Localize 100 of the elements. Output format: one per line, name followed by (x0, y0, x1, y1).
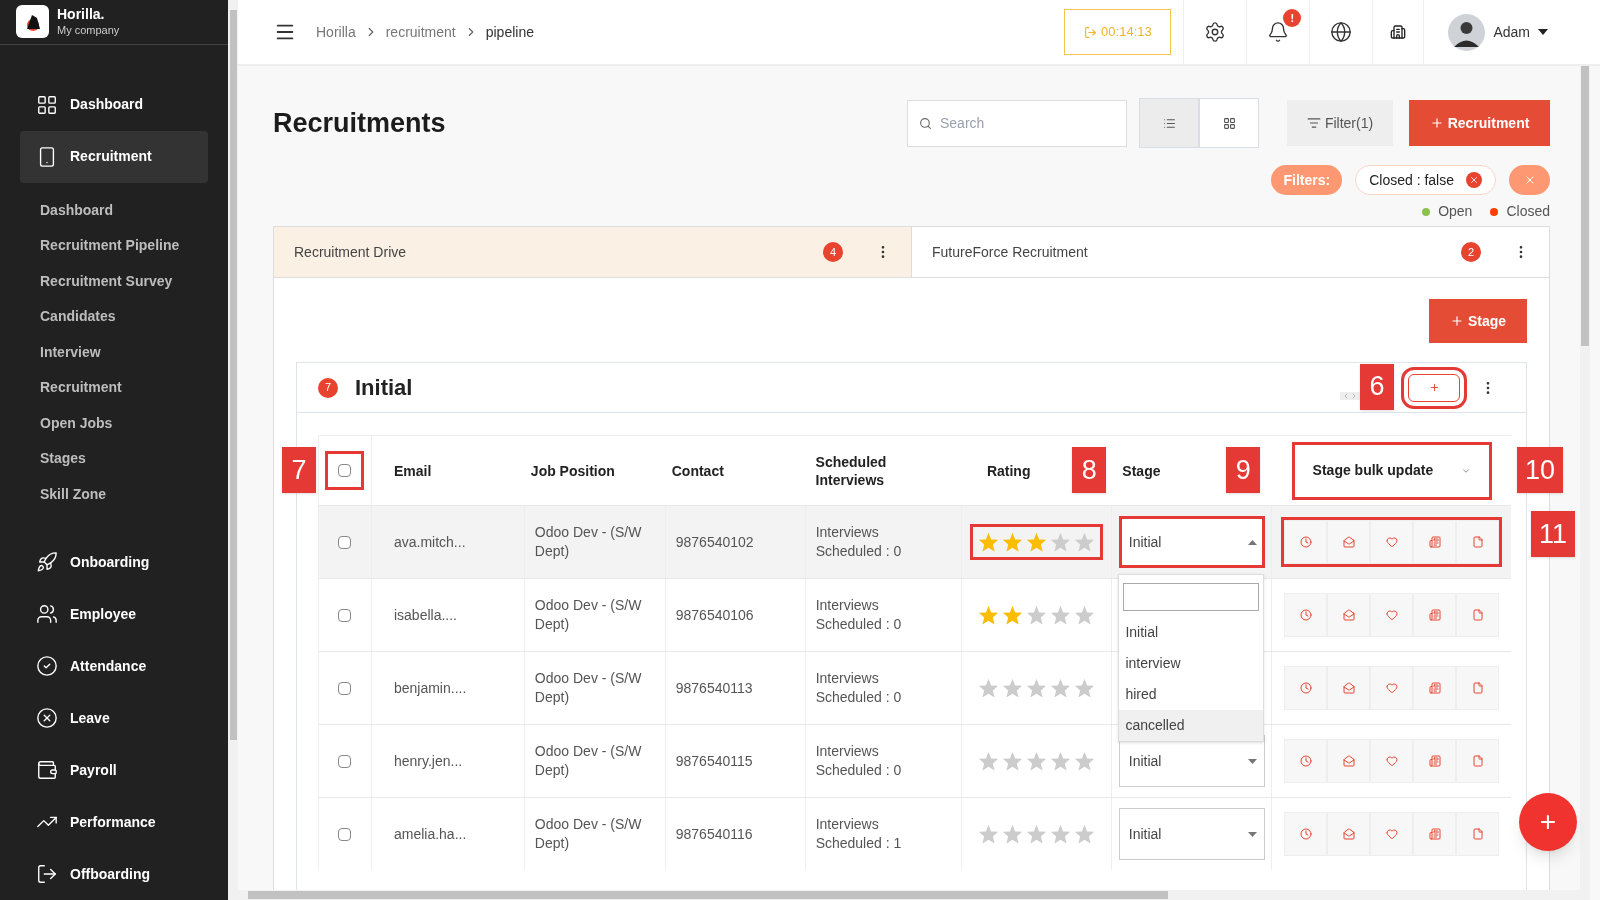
star-icon[interactable] (1025, 605, 1047, 625)
sidebar-item[interactable]: Employee (20, 588, 208, 640)
star-rating[interactable] (977, 751, 1095, 771)
star-rating[interactable] (977, 532, 1095, 552)
action-button[interactable] (1456, 739, 1500, 783)
row-checkbox[interactable] (338, 608, 352, 622)
star-icon[interactable] (977, 824, 999, 844)
action-button[interactable] (1327, 739, 1371, 783)
star-icon[interactable] (1073, 532, 1095, 552)
action-button[interactable] (1284, 593, 1328, 637)
star-icon[interactable] (1001, 532, 1023, 552)
star-icon[interactable] (1073, 605, 1095, 625)
avatar[interactable] (1448, 13, 1486, 51)
table-row[interactable]: amelia.ha... Odoo Dev - (S/W Dept) 9876540116 Interviews Scheduled : 1 Initial (319, 797, 1511, 870)
view-toggle[interactable] (1139, 98, 1199, 148)
caret-icon[interactable] (1538, 29, 1548, 35)
breadcrumb-item[interactable]: pipeline (485, 21, 534, 43)
submenu-item[interactable]: Recruitment Pipeline (20, 228, 208, 264)
action-button[interactable] (1413, 593, 1457, 637)
select-all-checkbox[interactable] (338, 464, 352, 477)
star-icon[interactable] (1001, 751, 1023, 771)
sidebar-item[interactable]: Payroll (20, 744, 208, 796)
action-button[interactable] (1456, 520, 1500, 564)
search-field[interactable]: Search (907, 99, 1127, 147)
scrollbar-thumb[interactable] (1581, 66, 1589, 346)
action-button[interactable] (1456, 666, 1500, 710)
stage-select[interactable]: Initial (1118, 808, 1265, 860)
submenu-item[interactable]: Dashboard (20, 192, 208, 228)
bulk-update-select[interactable]: Stage bulk update (1291, 441, 1492, 500)
star-icon[interactable] (1049, 824, 1071, 844)
star-icon[interactable] (1025, 751, 1047, 771)
star-icon[interactable] (1001, 824, 1023, 844)
star-icon[interactable] (977, 751, 999, 771)
star-rating[interactable] (977, 824, 1095, 844)
view-toggle[interactable] (1199, 98, 1259, 148)
sidebar-item[interactable]: Offboarding (20, 848, 208, 900)
submenu-item[interactable]: Interview (20, 334, 208, 370)
globe-icon[interactable] (1330, 21, 1353, 43)
star-icon[interactable] (1049, 678, 1071, 698)
sidebar-item[interactable]: Onboarding (20, 536, 208, 588)
star-icon[interactable] (1025, 532, 1047, 552)
scrollbar-thumb[interactable] (248, 891, 1168, 899)
star-icon[interactable] (977, 605, 999, 625)
scroll-arrows-icon[interactable] (1340, 391, 1360, 400)
star-icon[interactable] (1073, 751, 1095, 771)
add-recruitment-button[interactable]: Recruitment (1409, 100, 1550, 146)
star-rating[interactable] (977, 678, 1095, 698)
action-button[interactable] (1456, 593, 1500, 637)
star-icon[interactable] (977, 678, 999, 698)
clear-filters-button[interactable] (1509, 165, 1550, 195)
star-icon[interactable] (977, 532, 999, 552)
action-button[interactable] (1284, 520, 1328, 564)
star-rating[interactable] (977, 605, 1095, 625)
breadcrumb-item[interactable]: Horilla (316, 21, 356, 43)
recruitment-tab[interactable]: Recruitment Drive 4 (274, 227, 911, 277)
sidebar-item[interactable]: Attendance (20, 640, 208, 692)
submenu-item[interactable]: Candidates (20, 299, 208, 335)
action-button[interactable] (1284, 666, 1328, 710)
breadcrumb-item[interactable]: recruitment (385, 21, 456, 43)
row-checkbox[interactable] (338, 681, 352, 695)
submenu-item[interactable]: Recruitment (20, 370, 208, 406)
submenu-item[interactable]: Skill Zone (20, 476, 208, 512)
star-icon[interactable] (1001, 605, 1023, 625)
action-button[interactable] (1327, 593, 1371, 637)
dropdown-search-field[interactable] (1123, 583, 1260, 611)
action-button[interactable] (1284, 739, 1328, 783)
dropdown-option[interactable]: cancelled (1119, 710, 1264, 741)
action-button[interactable] (1413, 739, 1457, 783)
action-button[interactable] (1327, 520, 1371, 564)
action-button[interactable] (1413, 520, 1457, 564)
filter-button[interactable]: Filter(1) (1287, 100, 1393, 146)
star-icon[interactable] (1049, 605, 1071, 625)
row-checkbox[interactable] (338, 754, 352, 768)
user-name[interactable]: Adam (1493, 21, 1530, 43)
submenu-item[interactable]: Open Jobs (20, 405, 208, 441)
sidebar-item[interactable]: Recruitment (20, 130, 208, 183)
settings-icon[interactable] (1204, 21, 1227, 43)
dropdown-option[interactable]: hired (1119, 679, 1264, 710)
building-icon[interactable] (1390, 24, 1407, 40)
scrollbar-thumb[interactable] (229, 10, 237, 740)
star-icon[interactable] (1073, 678, 1095, 698)
row-checkbox[interactable] (338, 827, 352, 841)
floating-add-button[interactable]: + (1519, 793, 1577, 851)
remove-icon[interactable] (1466, 172, 1482, 188)
sidebar-item[interactable]: Dashboard (20, 78, 208, 131)
action-button[interactable] (1413, 666, 1457, 710)
stage-select[interactable]: Initial (1118, 516, 1265, 568)
dropdown-option[interactable]: Initial (1119, 617, 1264, 648)
row-checkbox[interactable] (338, 535, 352, 549)
action-button[interactable] (1284, 812, 1328, 856)
sidebar-item[interactable]: Performance (20, 796, 208, 848)
action-button[interactable] (1456, 812, 1500, 856)
star-icon[interactable] (1001, 678, 1023, 698)
dropdown-option[interactable]: interview (1119, 648, 1264, 679)
submenu-item[interactable]: Recruitment Survey (20, 263, 208, 299)
add-stage-button[interactable]: Stage (1429, 299, 1527, 343)
star-icon[interactable] (1049, 532, 1071, 552)
star-icon[interactable] (1073, 824, 1095, 844)
notification-icon[interactable] (1267, 21, 1290, 43)
action-button[interactable] (1327, 812, 1371, 856)
